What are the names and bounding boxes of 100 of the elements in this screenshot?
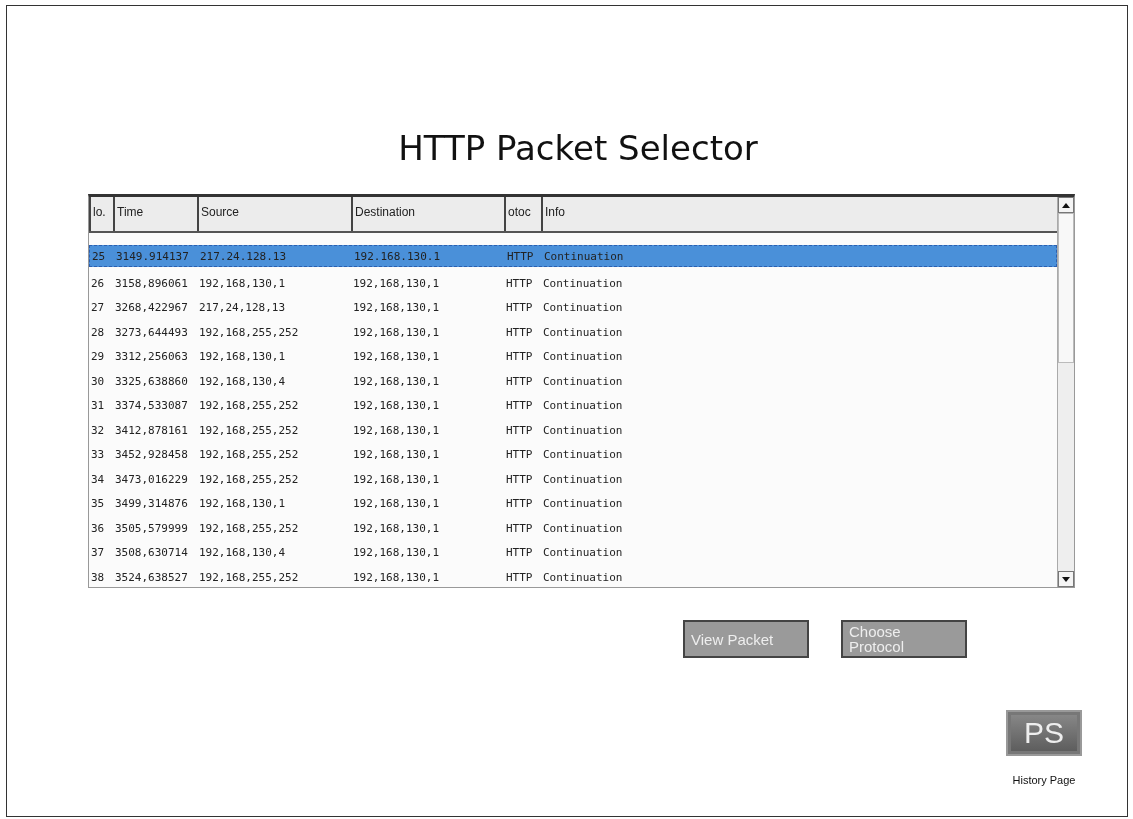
table-cell-text: 3524,638527	[114, 570, 189, 584]
table-cell-text: 192,168,255,252	[198, 399, 300, 413]
table-row[interactable]: 34 3473,016229 192,168,255,252 192,168,130,1 HTTP Continuation	[89, 467, 1057, 492]
table-cell-text: 192,168,130,1	[352, 546, 441, 560]
table-cell-text: 192,168,130,1	[352, 374, 441, 388]
table-row[interactable]: 26 3158,896061 192,168,130,1 192,168,130,1 HTTP Continuation	[89, 271, 1057, 296]
table-cell-text: 3312,256063	[114, 350, 189, 364]
table-cell-text: 217,24,128,13	[198, 301, 287, 315]
table-row[interactable]: 30 3325,638860 192,168,130,4 192,168,130,1 HTTP Continuation	[89, 369, 1057, 394]
scroll-thumb[interactable]	[1058, 213, 1074, 363]
table-cell-text: 36	[90, 521, 106, 535]
page-title: HTTP Packet Selector	[397, 127, 759, 170]
table-cell-text: HTTP	[505, 472, 534, 486]
table-cell-text: Continuation	[542, 374, 624, 388]
table-cell-text: 192,168,130,1	[352, 399, 441, 413]
table-cell-text: 192,168,130,1	[198, 350, 287, 364]
table-cell-text: 30	[90, 374, 106, 388]
table-cell-text: 3158,896061	[114, 276, 189, 290]
table-cell-text: Continuation	[542, 497, 624, 511]
table-cell-text: HTTP	[505, 570, 534, 584]
table-row[interactable]: 37 3508,630714 192,168,130,4 192,168,130,1 HTTP Continuation	[89, 540, 1057, 565]
table-cell-text: 35	[90, 497, 106, 511]
table-cell-text: 31	[90, 399, 106, 413]
table-cell-text: 25	[91, 249, 107, 263]
table-cell-text: 192,168,255,252	[198, 448, 300, 462]
table-cell-text: 192,168,130,1	[198, 497, 287, 511]
table-cell-text: HTTP	[505, 399, 534, 413]
table-cell-text: 192,168,130,1	[352, 350, 441, 364]
table-cell-text: 192,168,130,1	[352, 276, 441, 290]
table-cell-text: 192,168,130,1	[352, 325, 441, 339]
table-cell-text: 38	[90, 570, 106, 584]
table-cell-text: 217.24.128.13	[199, 249, 288, 263]
table-cell-text: 192,168,255,252	[198, 325, 300, 339]
column-header[interactable]: Source	[197, 197, 351, 231]
table-cell-text: Continuation	[542, 301, 624, 315]
table-row[interactable]: 36 3505,579999 192,168,255,252 192,168,130,1 HTTP Continuation	[89, 516, 1057, 541]
table-cell-text: 192,168,255,252	[198, 570, 300, 584]
table-cell-text: 192,168,130,1	[352, 521, 441, 535]
table-cell-text: 192,168,255,252	[198, 423, 300, 437]
table-row[interactable]: 33 3452,928458 192,168,255,252 192,168,130,1 HTTP Continuation	[89, 442, 1057, 467]
table-cell-text: 3273,644493	[114, 325, 189, 339]
table-cell-text: HTTP	[505, 301, 534, 315]
table-cell-text: 192,168,130,1	[352, 448, 441, 462]
table-cell-text: Continuation	[542, 325, 624, 339]
table-cell-text: 3508,630714	[114, 546, 189, 560]
table-cell-text: Continuation	[542, 448, 624, 462]
table-cell-text: 34	[90, 472, 106, 486]
table-cell-text: 3268,422967	[114, 301, 189, 315]
table-cell-text: 192,168,130,1	[352, 472, 441, 486]
column-header[interactable]: Destination	[351, 197, 504, 231]
table-cell-text: 3412,878161	[114, 423, 189, 437]
table-cell-text: Continuation	[542, 423, 624, 437]
table-cell-text: 192,168,130,1	[198, 276, 287, 290]
table-cell-text: 37	[90, 546, 106, 560]
table-cell-text: 26	[90, 276, 106, 290]
table-cell-text: Continuation	[542, 521, 624, 535]
table-cell-text: 192.168.130.1	[353, 249, 442, 263]
column-header[interactable]: Time	[113, 197, 197, 231]
table-cell-text: 3452,928458	[114, 448, 189, 462]
table-cell-text: 192,168,130,1	[352, 570, 441, 584]
table-cell-text: 192,168,255,252	[198, 472, 300, 486]
table-cell-text: HTTP	[505, 448, 534, 462]
table-cell-text: HTTP	[505, 497, 534, 511]
table-row[interactable]: 38 3524,638527 192,168,255,252 192,168,130,1 HTTP Continuation	[89, 565, 1057, 587]
table-cell-text: HTTP	[505, 374, 534, 388]
table-cell-text: 3149.914137	[115, 249, 190, 263]
table-cell-text: Continuation	[542, 276, 624, 290]
table-cell-text: 192,168,130,1	[352, 301, 441, 315]
table-row[interactable]: 28 3273,644493 192,168,255,252 192,168,130,1 HTTP Continuation	[89, 320, 1057, 345]
table-cell-text: Continuation	[542, 472, 624, 486]
table-row[interactable]: 31 3374,533087 192,168,255,252 192,168,130,1 HTTP Continuation	[89, 393, 1057, 418]
table-cell-text: 3505,579999	[114, 521, 189, 535]
column-header[interactable]: lo.	[89, 197, 113, 231]
table-cell-text: 28	[90, 325, 106, 339]
table-cell-text: HTTP	[505, 423, 534, 437]
table-cell-text: 192,168,130,4	[198, 374, 287, 388]
table-row[interactable]: 25 3149.914137 217.24.128.13 192.168.130.1 HTTP Continuation	[89, 245, 1057, 267]
table-row[interactable]: 27 3268,422967 217,24,128,13 192,168,130,1 HTTP Continuation	[89, 295, 1057, 320]
scrollbar[interactable]	[1057, 197, 1074, 587]
scroll-down-button[interactable]	[1058, 571, 1074, 587]
table-row[interactable]: 29 3312,256063 192,168,130,1 192,168,130,1 HTTP Continuation	[89, 344, 1057, 369]
table-row[interactable]: 32 3412,878161 192,168,255,252 192,168,130,1 HTTP Continuation	[89, 418, 1057, 443]
table-cell-text: 33	[90, 448, 106, 462]
table-cell-text: 3499,314876	[114, 497, 189, 511]
column-header[interactable]: otoc	[504, 197, 541, 231]
table-cell-text: Continuation	[542, 546, 624, 560]
table-cell-text: 27	[90, 301, 106, 315]
table-cell-text: HTTP	[505, 546, 534, 560]
table-cell-text: 192,168,130,1	[352, 497, 441, 511]
table-cell-text: 29	[90, 350, 106, 364]
table-cell-text: HTTP	[505, 521, 534, 535]
history-button[interactable]: PS	[1006, 710, 1082, 756]
history-label: History Page	[1012, 774, 1076, 786]
table-cell-text: HTTP	[506, 249, 535, 263]
table-row[interactable]: 35 3499,314876 192,168,130,1 192,168,130,1 HTTP Continuation	[89, 491, 1057, 516]
table-cell-text: 32	[90, 423, 106, 437]
table-cell-text: Continuation	[542, 399, 624, 413]
table-cell-text: Continuation	[542, 350, 624, 364]
scroll-up-button[interactable]	[1058, 197, 1074, 213]
table-cell-text: HTTP	[505, 276, 534, 290]
